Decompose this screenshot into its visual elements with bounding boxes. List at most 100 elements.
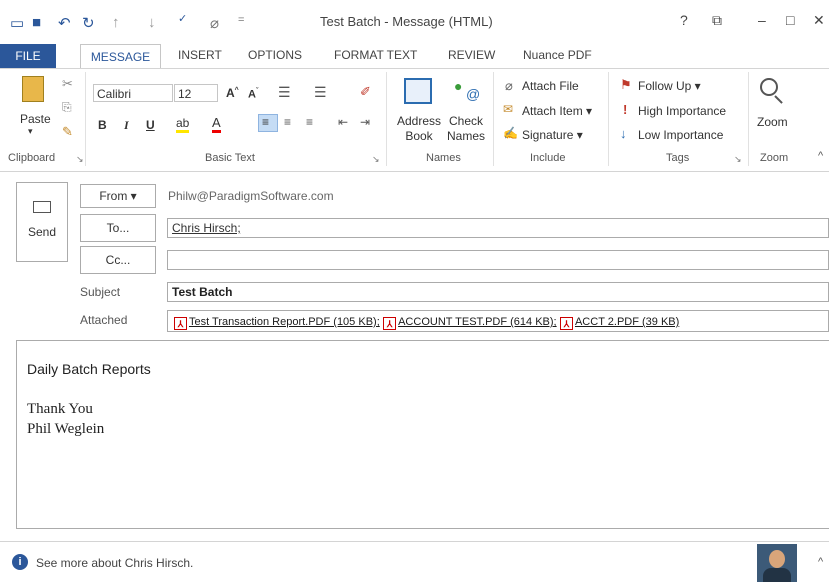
people-pane-text[interactable]: See more about Chris Hirsch. <box>36 556 193 570</box>
font-color-icon[interactable]: A <box>212 116 221 133</box>
cc-field[interactable] <box>167 250 829 270</box>
copy-icon[interactable]: ⎘ <box>62 100 72 115</box>
customize-qat-icon[interactable]: = <box>238 14 244 26</box>
paste-icon[interactable] <box>22 76 44 102</box>
spelling-icon[interactable]: ✓ <box>178 12 187 25</box>
send-button[interactable]: Send <box>16 182 68 262</box>
bold-button[interactable]: B <box>98 118 107 132</box>
signature-button[interactable]: Signature ▾ <box>522 128 583 142</box>
window-title: Test Batch - Message (HTML) <box>320 14 493 29</box>
increase-indent-icon[interactable]: ⇥ <box>360 115 370 129</box>
from-button[interactable]: From ▾ <box>80 184 156 208</box>
help-button[interactable]: ? <box>680 12 688 28</box>
send-envelope-icon <box>33 201 51 213</box>
avatar[interactable] <box>757 544 797 582</box>
up-arrow-icon[interactable]: ↑ <box>112 14 120 31</box>
tab-options[interactable]: OPTIONS <box>246 48 304 62</box>
expand-people-pane-icon[interactable]: ^ <box>818 556 823 568</box>
align-center-icon[interactable]: ≡ <box>284 115 291 129</box>
group-separator <box>386 72 387 166</box>
bullets-icon[interactable]: ☰ <box>278 84 291 101</box>
check-names-icon[interactable]: ● @ <box>452 78 482 104</box>
address-book-button[interactable]: Address Book <box>394 114 444 144</box>
tab-file[interactable]: FILE <box>0 44 56 68</box>
italic-button[interactable]: I <box>124 118 129 133</box>
numbering-icon[interactable]: ☰ <box>314 84 327 101</box>
follow-up-button[interactable]: Follow Up ▾ <box>638 79 701 93</box>
minimize-button[interactable]: – <box>758 12 766 28</box>
people-pane: i See more about Chris Hirsch. ^ <box>0 541 829 582</box>
to-field[interactable]: Chris Hirsch; <box>167 218 829 238</box>
cut-icon[interactable]: ✂ <box>62 76 73 92</box>
check-names-button[interactable]: Check Names <box>446 114 486 144</box>
font-size-value: 12 <box>178 87 192 101</box>
group-separator <box>608 72 609 166</box>
body-line-thank-you: Thank You <box>27 401 93 417</box>
highlight-icon[interactable]: ab <box>176 116 190 133</box>
grow-font-icon[interactable]: A^ <box>226 86 239 100</box>
magnifier-icon[interactable] <box>760 78 786 104</box>
message-body[interactable]: Daily Batch Reports Thank You Phil Wegle… <box>16 340 829 529</box>
paste-dropdown-icon[interactable]: ▾ <box>28 126 33 137</box>
info-icon: i <box>12 554 28 570</box>
collapse-ribbon-icon[interactable]: ^ <box>818 150 823 162</box>
attachment-item[interactable]: ⅄ ACCT 2.PDF (39 KB) <box>559 314 679 330</box>
low-importance-button[interactable]: Low Importance <box>638 128 723 142</box>
tab-review[interactable]: REVIEW <box>446 48 497 62</box>
group-label-basic-text: Basic Text <box>205 152 255 164</box>
font-name-box[interactable]: Calibri <box>93 84 173 102</box>
tab-format-text[interactable]: FORMAT TEXT <box>332 48 419 62</box>
tab-insert[interactable]: INSERT <box>176 48 224 62</box>
paste-button[interactable]: Paste <box>20 112 51 126</box>
attach-item-icon: ✉ <box>503 102 514 116</box>
font-size-box[interactable]: 12 <box>174 84 218 102</box>
underline-button[interactable]: U <box>146 118 155 132</box>
to-button[interactable]: To... <box>80 214 156 242</box>
ribbon-display-button[interactable]: ⧉ <box>712 12 722 29</box>
dialog-launcher-icon[interactable]: ↘ <box>734 154 742 165</box>
font-name-value: Calibri <box>97 87 132 101</box>
down-arrow-icon[interactable]: ↓ <box>148 14 156 31</box>
high-importance-button[interactable]: High Importance <box>638 104 726 118</box>
outlook-icon: ▭ <box>10 15 25 32</box>
cc-button[interactable]: Cc... <box>80 246 156 274</box>
tab-nuance-pdf[interactable]: Nuance PDF <box>521 48 594 62</box>
paperclip-icon: ⌀ <box>505 78 513 93</box>
attach-file-button[interactable]: Attach File <box>522 79 579 93</box>
pdf-icon: ⅄ <box>174 317 187 330</box>
group-label-names: Names <box>426 152 461 164</box>
maximize-button[interactable]: □ <box>786 12 794 28</box>
align-left-icon: ≡ <box>262 115 270 129</box>
redo-icon[interactable]: ↻ <box>82 14 95 32</box>
flag-icon: ⚑ <box>620 77 632 92</box>
clear-formatting-icon[interactable]: ✐ <box>360 84 371 100</box>
tab-message[interactable]: MESSAGE <box>80 44 161 69</box>
group-separator <box>493 72 494 166</box>
person-icon: ● <box>454 78 463 94</box>
attachment-item[interactable]: ⅄ ACCOUNT TEST.PDF (614 KB); <box>383 314 557 330</box>
attached-label: Attached <box>80 313 128 327</box>
attach-item-button[interactable]: Attach Item ▾ <box>522 104 592 118</box>
group-label-include: Include <box>530 152 566 164</box>
decrease-indent-icon[interactable]: ⇤ <box>338 115 348 129</box>
address-book-icon[interactable] <box>404 78 432 104</box>
attach-icon[interactable]: ⌀ <box>210 14 219 32</box>
title-bar: ▭ ■ ↶ ↻ ↑ ↓ ✓ ⌀ = Test Batch - Message (… <box>0 0 829 44</box>
attachment-item[interactable]: ⅄ Test Transaction Report.PDF (105 KB); <box>174 314 380 330</box>
format-painter-icon[interactable]: ✎ <box>62 124 73 140</box>
pdf-icon: ⅄ <box>559 317 573 330</box>
low-importance-icon: ↓ <box>620 126 627 141</box>
undo-icon[interactable]: ↶ <box>58 14 71 32</box>
close-button[interactable]: ✕ <box>813 12 825 29</box>
recipient-chris-hirsch[interactable]: Chris Hirsch; <box>172 221 241 235</box>
subject-field[interactable]: Test Batch <box>167 282 829 302</box>
dialog-launcher-icon[interactable]: ↘ <box>372 154 380 165</box>
dialog-launcher-icon[interactable]: ↘ <box>76 154 84 165</box>
shrink-font-icon[interactable]: Aˇ <box>248 88 258 101</box>
save-icon[interactable]: ■ <box>32 14 41 31</box>
attachments-field: ⅄ Test Transaction Report.PDF (105 KB); ⅄… <box>167 310 829 332</box>
group-separator <box>748 72 749 166</box>
zoom-button[interactable]: Zoom <box>757 115 788 129</box>
align-right-icon[interactable]: ≡ <box>306 115 313 129</box>
group-label-zoom: Zoom <box>760 152 789 164</box>
